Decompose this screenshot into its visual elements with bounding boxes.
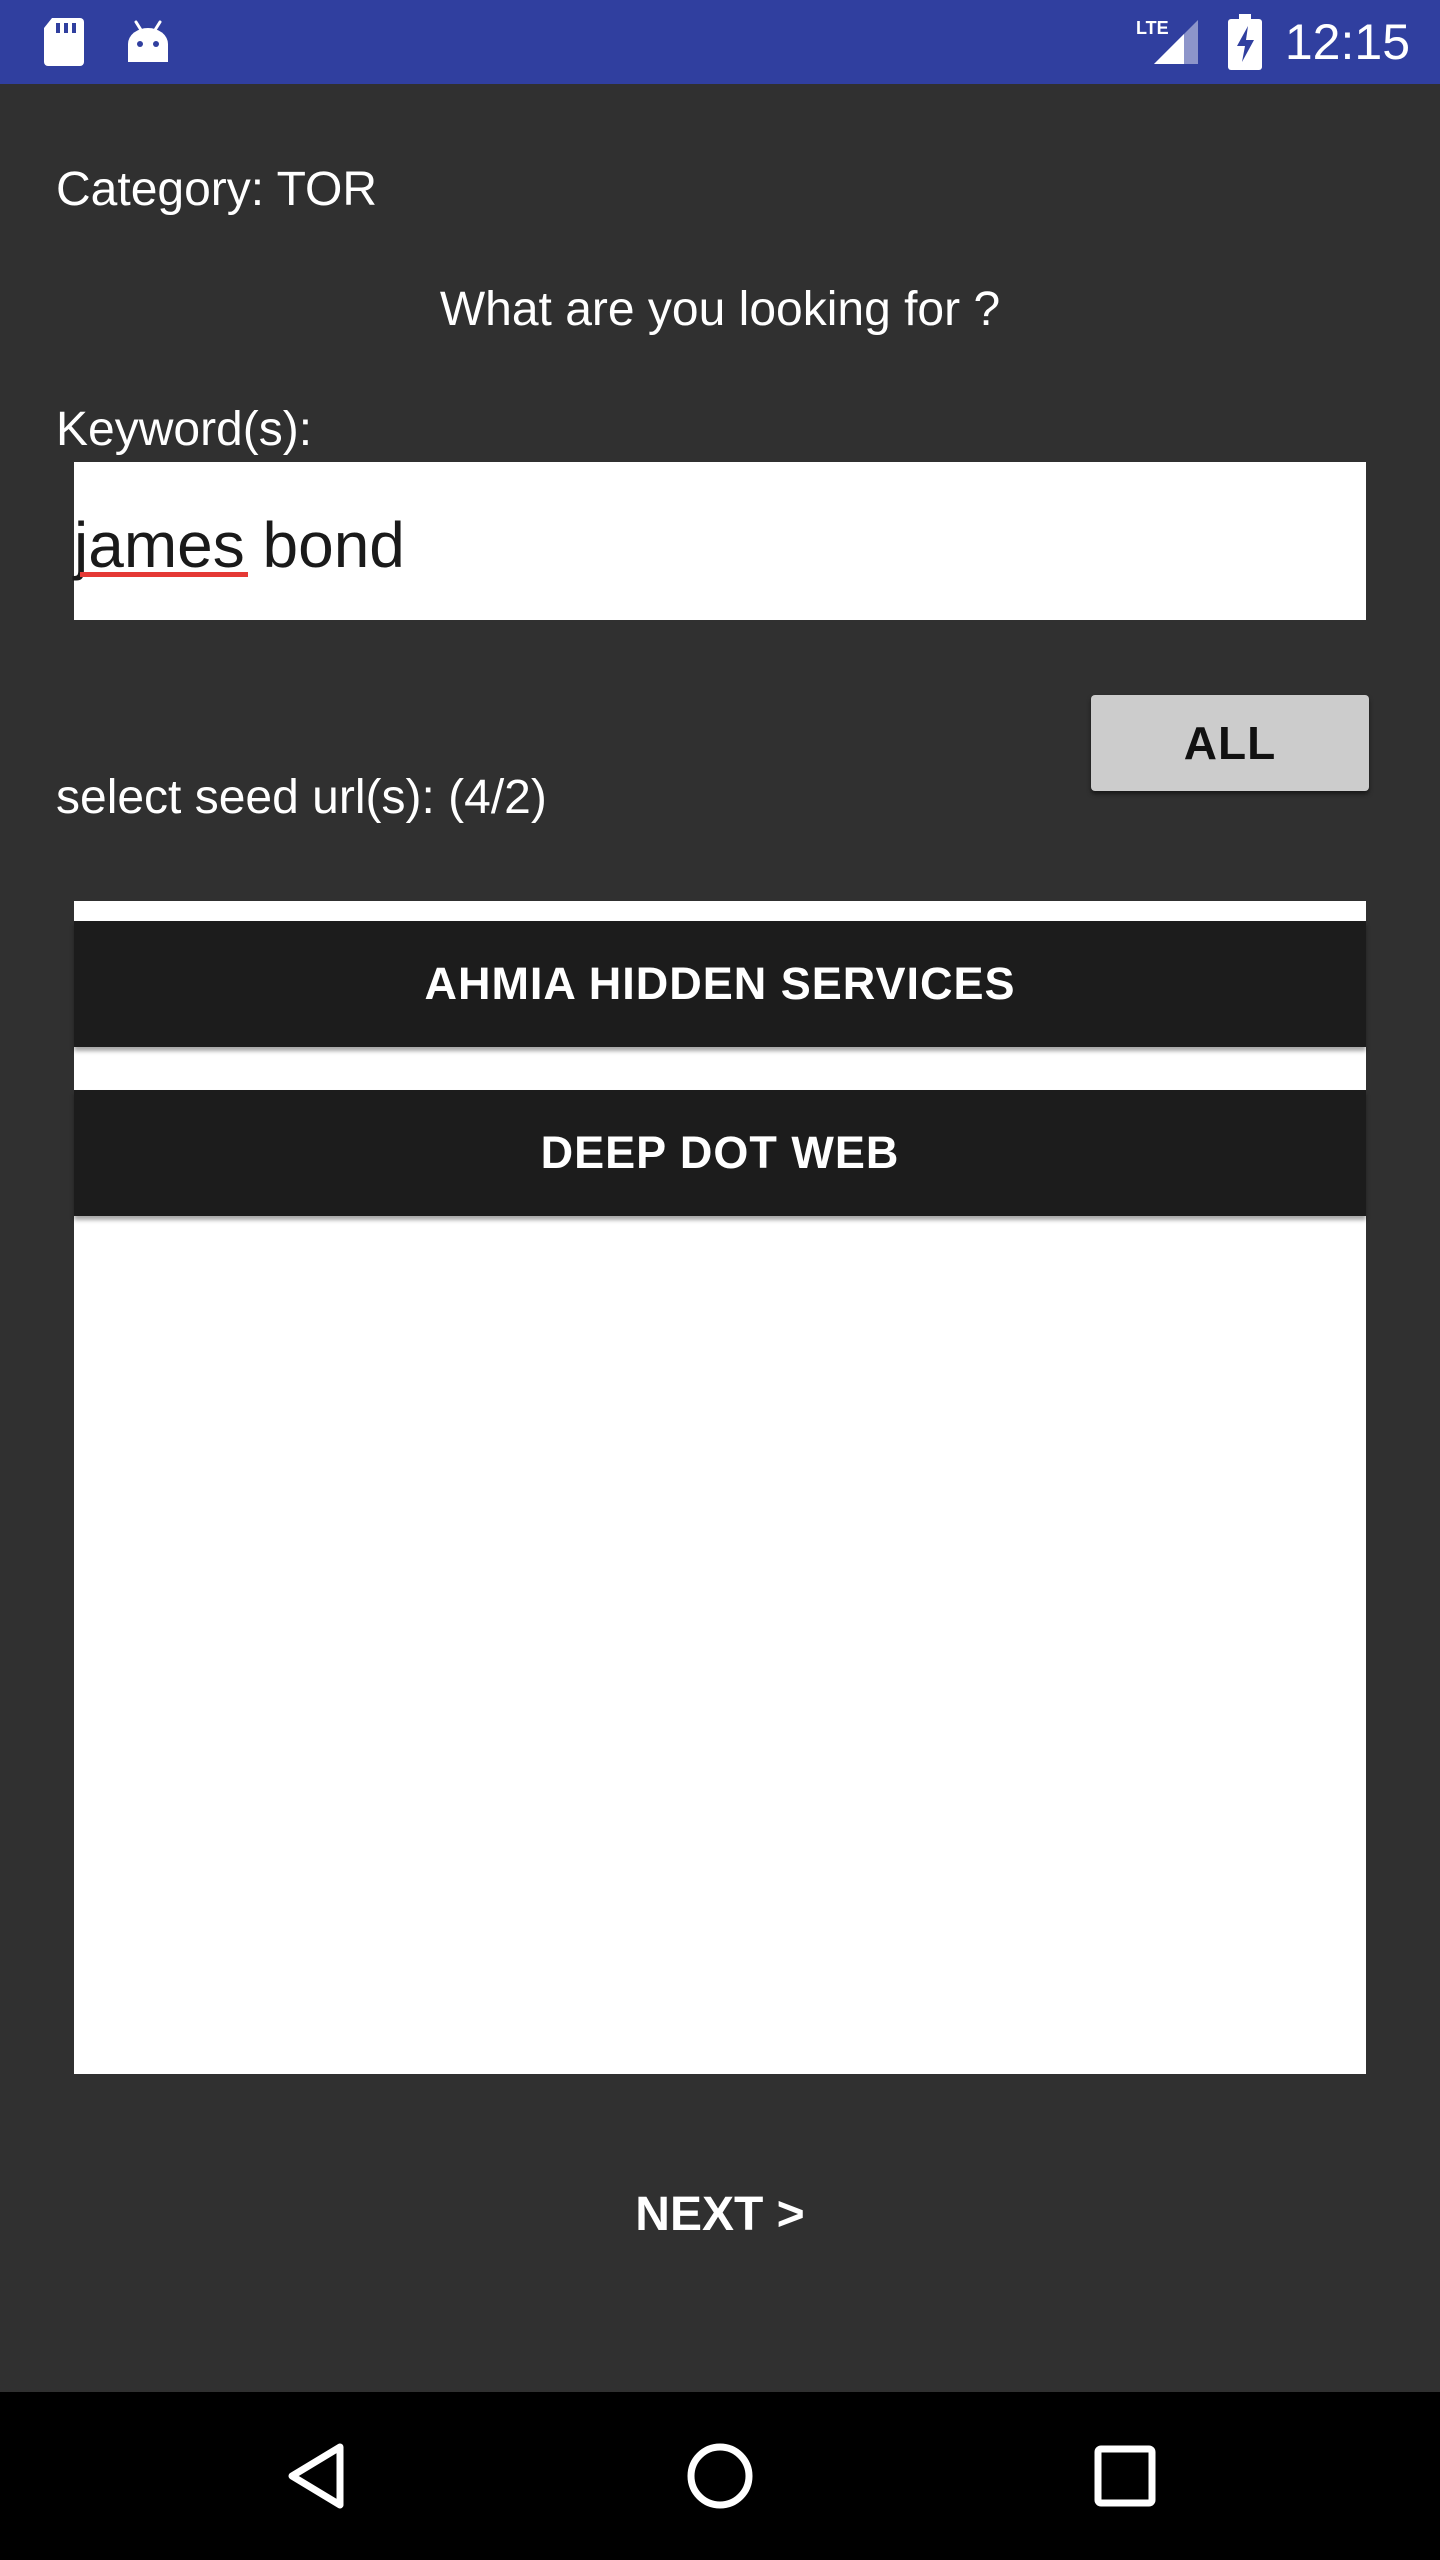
seed-url-ahmia-hidden-services[interactable]: AHMIA HIDDEN SERVICES <box>74 921 1366 1047</box>
category-label: Category: TOR <box>56 163 378 216</box>
battery-charging-icon <box>1224 0 1266 84</box>
svg-text:LTE: LTE <box>1136 18 1169 38</box>
seed-url-deep-dot-web[interactable]: DEEP DOT WEB <box>74 1090 1366 1216</box>
lte-signal-icon: LTE <box>1136 0 1204 84</box>
sd-card-icon <box>38 0 90 84</box>
keyword-input[interactable]: james bond <box>74 462 1366 620</box>
keyword-label: Keyword(s): <box>56 403 313 456</box>
android-icon <box>122 0 174 84</box>
status-bar: LTE 12:15 <box>0 0 1440 84</box>
back-icon[interactable] <box>236 2392 396 2560</box>
recents-icon[interactable] <box>1045 2392 1205 2560</box>
next-button[interactable]: NEXT > <box>0 2180 1440 2250</box>
seed-url-list: AHMIA HIDDEN SERVICES DEEP DOT WEB <box>74 901 1366 2074</box>
seed-url-label: select seed url(s): (4/2) <box>56 771 547 824</box>
home-icon[interactable] <box>640 2392 800 2560</box>
select-all-button[interactable]: ALL <box>1091 695 1369 791</box>
spellcheck-underline <box>80 572 248 577</box>
navigation-bar <box>0 2392 1440 2560</box>
question-label: What are you looking for ? <box>439 283 1001 336</box>
status-time: 12:15 <box>1284 14 1410 70</box>
